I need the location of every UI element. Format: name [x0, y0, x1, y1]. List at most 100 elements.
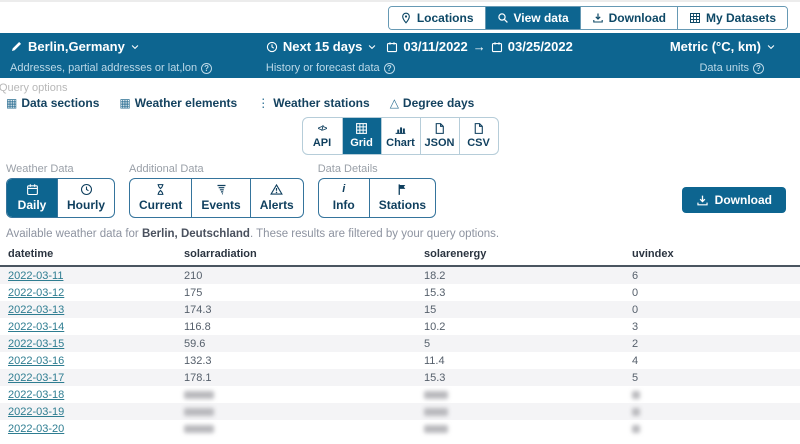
- tab-json[interactable]: JSON: [420, 118, 459, 154]
- info-label: Info: [333, 198, 355, 212]
- help-icon[interactable]: [753, 63, 764, 74]
- date-link[interactable]: 2022-03-17: [8, 372, 64, 384]
- date-link[interactable]: 2022-03-18: [8, 389, 64, 401]
- date-link[interactable]: 2022-03-19: [8, 406, 64, 418]
- view-data-button[interactable]: View data: [485, 7, 580, 29]
- date-link[interactable]: 2022-03-12: [8, 287, 64, 299]
- cell-solarenergy: 11.4: [424, 352, 632, 369]
- date-link[interactable]: 2022-03-13: [8, 304, 64, 316]
- date-link[interactable]: 2022-03-20: [8, 423, 64, 435]
- events-button[interactable]: Events: [191, 179, 249, 217]
- sections-icon: ▦: [6, 96, 17, 110]
- format-tabs: </> API Grid Chart JSON CSV: [302, 117, 499, 155]
- cell-solarenergy: 15.3: [424, 369, 632, 386]
- date-link[interactable]: 2022-03-15: [8, 338, 64, 350]
- col-solarenergy[interactable]: solarenergy: [424, 248, 632, 260]
- query-options-title: Query options: [0, 82, 800, 94]
- download-nav-button[interactable]: Download: [580, 7, 677, 29]
- degree-days-link[interactable]: △ Degree days: [390, 96, 475, 110]
- top-nav-group: Locations View data Download My Datasets: [388, 6, 788, 30]
- data-sections-label: Data sections: [21, 96, 99, 110]
- my-datasets-button[interactable]: My Datasets: [677, 7, 787, 29]
- date-preset[interactable]: Next 15 days: [283, 39, 363, 54]
- tab-csv[interactable]: CSV: [459, 118, 498, 154]
- cell-solarradiation: 210: [184, 267, 424, 284]
- query-options: Query options ▦ Data sections ▦ Weather …: [0, 78, 800, 110]
- end-date[interactable]: 03/25/2022: [508, 39, 573, 54]
- info-icon: i: [342, 183, 345, 196]
- cell-solarenergy: [424, 420, 632, 437]
- doc-icon: [472, 122, 485, 135]
- events-label: Events: [201, 198, 240, 212]
- units-selector[interactable]: Metric (°C, km): [573, 39, 790, 54]
- help-icon[interactable]: [384, 63, 395, 74]
- tab-grid[interactable]: Grid: [342, 118, 381, 154]
- weather-table: datetime solarradiation solarenergy uvin…: [0, 245, 800, 437]
- table-icon: [355, 122, 368, 135]
- grid-icon: [689, 12, 701, 24]
- table-row: 2022-03-1121018.26: [0, 267, 800, 284]
- cell-datetime: 2022-03-18: [0, 386, 184, 403]
- blurred-value: [424, 391, 448, 399]
- cell-solarradiation: 116.8: [184, 318, 424, 335]
- chevron-down-icon: [766, 42, 776, 52]
- cell-solarradiation: 175: [184, 284, 424, 301]
- cell-uvindex: 0: [632, 301, 800, 318]
- cell-datetime: 2022-03-14: [0, 318, 184, 335]
- data-sections-link[interactable]: ▦ Data sections: [6, 96, 99, 110]
- locations-button[interactable]: Locations: [389, 7, 485, 29]
- cell-uvindex: 0: [632, 284, 800, 301]
- alerts-button[interactable]: Alerts: [250, 179, 303, 217]
- cell-uvindex: 6: [632, 267, 800, 284]
- additional-data-group: Additional Data Current Events Alerts: [129, 163, 304, 218]
- location-hint-text: Addresses, partial addresses or lat,lon: [10, 62, 197, 74]
- tab-json-label: JSON: [425, 137, 455, 149]
- cell-uvindex: [632, 403, 800, 420]
- cell-uvindex: 3: [632, 318, 800, 335]
- units-hint: Data units: [573, 62, 790, 74]
- chevron-down-icon: [130, 42, 140, 52]
- col-datetime[interactable]: datetime: [0, 248, 184, 260]
- tab-chart[interactable]: Chart: [381, 118, 420, 154]
- chevron-down-icon[interactable]: [367, 42, 377, 52]
- data-type-row: Weather Data Daily Hourly Additional Dat…: [6, 163, 800, 218]
- cell-solarradiation: 59.6: [184, 335, 424, 352]
- help-icon[interactable]: [201, 63, 212, 74]
- pin-icon: [400, 12, 412, 24]
- current-button[interactable]: Current: [130, 179, 191, 217]
- hourglass-icon: [154, 183, 167, 196]
- weather-elements-link[interactable]: ▦ Weather elements: [119, 96, 237, 110]
- weather-stations-link[interactable]: ⋮ Weather stations: [257, 96, 369, 110]
- stations-button[interactable]: Stations: [369, 179, 435, 217]
- blurred-value: [632, 425, 640, 433]
- note-location: Berlin, Deutschland: [142, 228, 250, 240]
- date-link[interactable]: 2022-03-14: [8, 321, 64, 333]
- table-row: 2022-03-1217515.30: [0, 284, 800, 301]
- col-solarradiation[interactable]: solarradiation: [184, 248, 424, 260]
- calendar-icon: [491, 41, 503, 53]
- arrow-right-icon: →: [473, 39, 486, 54]
- hourly-button[interactable]: Hourly: [57, 179, 114, 217]
- table-row: 2022-03-18: [0, 386, 800, 403]
- cell-uvindex: [632, 386, 800, 403]
- download-nav-label: Download: [609, 11, 666, 25]
- daily-button[interactable]: Daily: [7, 179, 57, 217]
- units-hint-text: Data units: [699, 62, 749, 74]
- degree-days-label: Degree days: [403, 96, 474, 110]
- download-button[interactable]: Download: [682, 187, 786, 213]
- col-uvindex[interactable]: uvindex: [632, 248, 800, 260]
- doc-icon: [433, 122, 446, 135]
- table-row: 2022-03-14116.810.23: [0, 318, 800, 335]
- daterange-hint-text: History or forecast data: [266, 62, 380, 74]
- tab-api[interactable]: </> API: [303, 118, 342, 154]
- date-link[interactable]: 2022-03-16: [8, 355, 64, 367]
- cell-datetime: 2022-03-16: [0, 352, 184, 369]
- table-row: 2022-03-17178.115.35: [0, 369, 800, 386]
- location-selector[interactable]: Berlin,Germany: [10, 39, 266, 54]
- start-date[interactable]: 03/11/2022: [403, 39, 467, 54]
- weather-elements-label: Weather elements: [135, 96, 238, 110]
- date-link[interactable]: 2022-03-11: [8, 270, 63, 282]
- info-button[interactable]: i Info: [319, 179, 369, 217]
- table-row: 2022-03-16132.311.44: [0, 352, 800, 369]
- data-details-group: Data Details i Info Stations: [318, 163, 436, 218]
